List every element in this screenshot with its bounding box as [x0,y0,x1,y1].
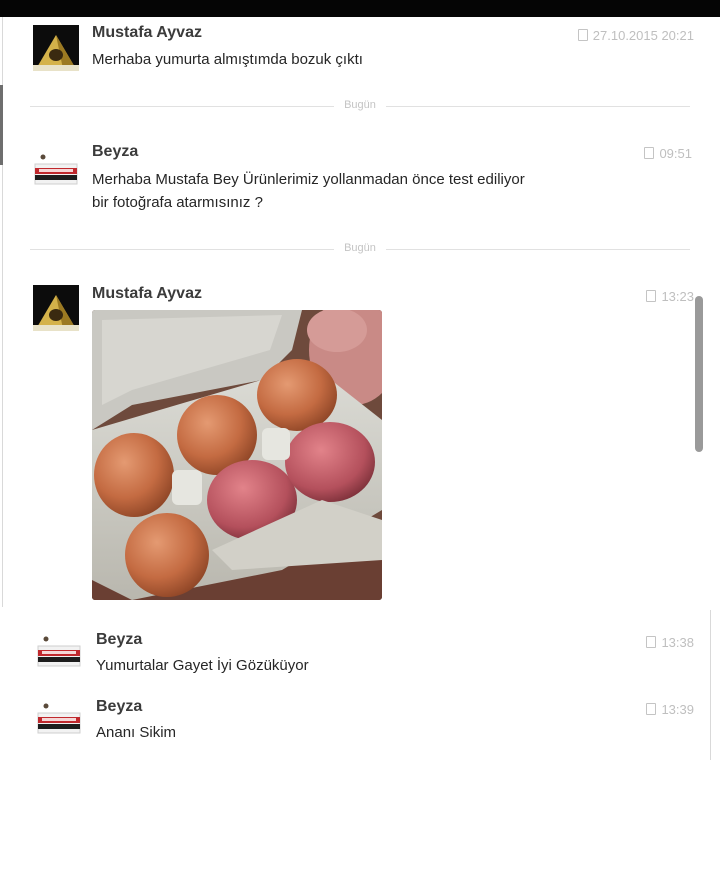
phone-icon [646,636,657,648]
top-bar [0,0,720,17]
avatar[interactable] [33,148,79,194]
avatar-store-logo [36,697,82,743]
message-text-line-1: Merhaba Mustafa Bey Ürünlerimiz yollanma… [92,171,525,188]
message-timestamp: 13:23 [646,289,694,304]
avatar[interactable] [36,697,82,743]
message-text: Yumurtalar Gayet İyi Gözüküyor [96,657,309,674]
message-author[interactable]: Mustafa Ayvaz [92,24,202,42]
timestamp-text: 27.10.2015 20:21 [592,28,694,43]
phone-icon [646,703,657,715]
message-author[interactable]: Beyza [92,143,138,161]
message-text: Ananı Sikim [96,724,177,741]
divider-label: Bugün [334,99,386,111]
timestamp-text: 13:39 [661,702,694,717]
left-selection-marker [0,85,3,165]
date-divider: Bugün [30,99,690,112]
divider-label: Bugün [334,242,386,254]
message-timestamp: 13:38 [646,635,694,650]
right-border [710,610,711,760]
avatar-store-logo [36,630,82,676]
timestamp-text: 09:51 [659,146,692,161]
avatar[interactable] [33,285,79,331]
message-text: Merhaba yumurta almıştımda bozuk çıktı [92,51,363,68]
message-timestamp: 09:51 [644,146,692,161]
scrollbar[interactable] [695,296,703,452]
timestamp-text: 13:38 [661,635,694,650]
message-author[interactable]: Mustafa Ayvaz [92,285,202,303]
avatar[interactable] [36,630,82,676]
phone-icon [577,29,588,41]
message-photo-egg-carton[interactable] [92,310,382,600]
phone-icon [646,290,657,302]
message-timestamp: 13:39 [646,702,694,717]
message-text-line-2: bir fotoğrafa atarmısınız ? [92,194,263,211]
egg-carton-image [92,310,382,600]
phone-icon [644,147,655,159]
date-divider: Bugün [30,242,690,255]
message-author[interactable]: Beyza [96,698,142,716]
avatar-store-logo [33,148,79,194]
avatar-pyramid-image [33,25,79,71]
message-timestamp: 27.10.2015 20:21 [577,28,694,43]
avatar[interactable] [33,25,79,71]
timestamp-text: 13:23 [661,289,694,304]
avatar-pyramid-image [33,285,79,331]
message-author[interactable]: Beyza [96,631,142,649]
